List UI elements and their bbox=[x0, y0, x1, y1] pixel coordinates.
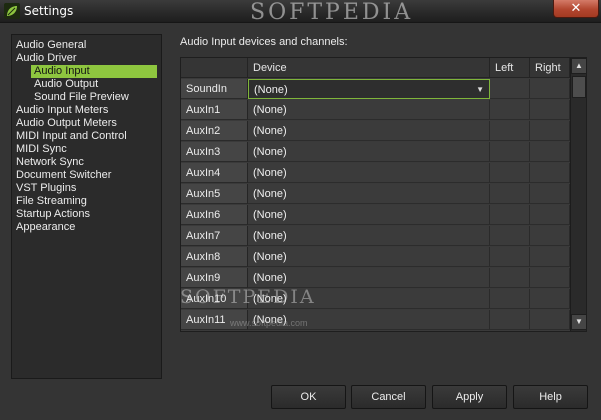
left-channel-cell[interactable] bbox=[490, 163, 530, 183]
right-channel-cell[interactable] bbox=[530, 121, 570, 141]
nav-item-midi-sync[interactable]: MIDI Sync bbox=[16, 143, 67, 156]
device-cell[interactable]: (None) bbox=[248, 205, 490, 225]
device-cell[interactable]: (None) bbox=[248, 100, 490, 120]
device-value: (None) bbox=[253, 104, 287, 116]
right-channel-cell[interactable] bbox=[530, 184, 570, 204]
left-channel-cell[interactable] bbox=[490, 79, 530, 99]
left-channel-cell[interactable] bbox=[490, 184, 530, 204]
apply-button[interactable]: Apply bbox=[432, 385, 507, 409]
overlay-watermark-url: www.softpedia.com bbox=[230, 318, 308, 328]
scroll-up-button[interactable]: ▲ bbox=[571, 58, 586, 74]
channel-label: AuxIn1 bbox=[181, 100, 248, 120]
right-channel-cell[interactable] bbox=[530, 310, 570, 330]
close-icon: ✕ bbox=[570, 0, 582, 15]
nav-item-midi-input-and-control[interactable]: MIDI Input and Control bbox=[16, 130, 127, 143]
left-channel-cell[interactable] bbox=[490, 142, 530, 162]
device-cell[interactable]: (None) bbox=[248, 268, 490, 288]
channel-label: AuxIn8 bbox=[181, 247, 248, 267]
title-bar[interactable]: Settings SOFTPEDIA ✕ bbox=[0, 0, 601, 25]
nav-item-audio-output-meters[interactable]: Audio Output Meters bbox=[16, 117, 117, 130]
device-value: (None) bbox=[253, 125, 287, 137]
column-header-channel bbox=[181, 58, 248, 78]
column-header-right[interactable]: Right bbox=[530, 58, 570, 78]
right-channel-cell[interactable] bbox=[530, 79, 570, 99]
left-channel-cell[interactable] bbox=[490, 289, 530, 309]
channel-label: AuxIn3 bbox=[181, 142, 248, 162]
right-channel-cell[interactable] bbox=[530, 100, 570, 120]
device-cell[interactable]: (None) bbox=[248, 121, 490, 141]
nav-item-file-streaming[interactable]: File Streaming bbox=[16, 195, 87, 208]
settings-window: Settings SOFTPEDIA ✕ Audio General Audio … bbox=[0, 0, 601, 420]
watermark-text: SOFTPEDIA bbox=[250, 0, 414, 25]
device-value: (None) bbox=[253, 251, 287, 263]
scroll-thumb[interactable] bbox=[572, 76, 586, 98]
device-cell[interactable]: (None) bbox=[248, 142, 490, 162]
device-cell[interactable]: (None) bbox=[248, 184, 490, 204]
channel-label: AuxIn9 bbox=[181, 268, 248, 288]
device-dropdown[interactable]: (None) ▼ bbox=[248, 79, 490, 99]
right-channel-cell[interactable] bbox=[530, 163, 570, 183]
right-channel-cell[interactable] bbox=[530, 268, 570, 288]
right-channel-cell[interactable] bbox=[530, 205, 570, 225]
device-value: (None) bbox=[253, 146, 287, 158]
right-channel-cell[interactable] bbox=[530, 247, 570, 267]
nav-item-audio-general[interactable]: Audio General bbox=[16, 39, 86, 52]
channel-label: SoundIn bbox=[181, 79, 248, 99]
device-value: (None) bbox=[253, 188, 287, 200]
ok-button[interactable]: OK bbox=[271, 385, 346, 409]
nav-item-appearance[interactable]: Appearance bbox=[16, 221, 75, 234]
left-channel-cell[interactable] bbox=[490, 310, 530, 330]
cancel-button[interactable]: Cancel bbox=[351, 385, 426, 409]
channel-label: AuxIn4 bbox=[181, 163, 248, 183]
left-channel-cell[interactable] bbox=[490, 268, 530, 288]
left-channel-cell[interactable] bbox=[490, 205, 530, 225]
device-value: (None) bbox=[253, 272, 287, 284]
nav-item-sound-file-preview[interactable]: Sound File Preview bbox=[34, 91, 129, 104]
app-leaf-icon bbox=[4, 3, 20, 19]
left-channel-cell[interactable] bbox=[490, 100, 530, 120]
nav-item-network-sync[interactable]: Network Sync bbox=[16, 156, 84, 169]
nav-item-audio-input-meters[interactable]: Audio Input Meters bbox=[16, 104, 108, 117]
nav-item-startup-actions[interactable]: Startup Actions bbox=[16, 208, 90, 221]
arrow-down-icon: ▼ bbox=[575, 317, 583, 326]
window-title: Settings bbox=[24, 4, 74, 18]
device-value: (None) bbox=[253, 209, 287, 221]
channel-label: AuxIn6 bbox=[181, 205, 248, 225]
channel-label: AuxIn7 bbox=[181, 226, 248, 246]
channel-label: AuxIn2 bbox=[181, 121, 248, 141]
overlay-watermark: SOFTPEDIA bbox=[180, 286, 316, 308]
dropdown-arrow-icon[interactable]: ▼ bbox=[476, 80, 484, 100]
left-channel-cell[interactable] bbox=[490, 226, 530, 246]
device-value: (None) bbox=[253, 167, 287, 179]
nav-item-audio-driver[interactable]: Audio Driver bbox=[16, 52, 77, 65]
nav-item-document-switcher[interactable]: Document Switcher bbox=[16, 169, 111, 182]
right-channel-cell[interactable] bbox=[530, 226, 570, 246]
column-header-left[interactable]: Left bbox=[490, 58, 530, 78]
device-cell[interactable]: (None) bbox=[248, 163, 490, 183]
nav-item-audio-output[interactable]: Audio Output bbox=[34, 78, 98, 91]
left-channel-cell[interactable] bbox=[490, 247, 530, 267]
channel-label: AuxIn5 bbox=[181, 184, 248, 204]
nav-item-audio-input[interactable]: Audio Input bbox=[31, 65, 157, 78]
section-label: Audio Input devices and channels: bbox=[180, 36, 348, 48]
left-channel-cell[interactable] bbox=[490, 121, 530, 141]
close-button[interactable]: ✕ bbox=[553, 0, 599, 18]
scroll-down-button[interactable]: ▼ bbox=[571, 314, 586, 330]
settings-nav-tree: Audio General Audio Driver Audio Input Audi… bbox=[11, 34, 162, 379]
right-channel-cell[interactable] bbox=[530, 289, 570, 309]
device-cell[interactable]: (None) bbox=[248, 247, 490, 267]
right-channel-cell[interactable] bbox=[530, 142, 570, 162]
device-value: (None) bbox=[254, 84, 288, 96]
nav-item-vst-plugins[interactable]: VST Plugins bbox=[16, 182, 76, 195]
help-button[interactable]: Help bbox=[513, 385, 588, 409]
arrow-up-icon: ▲ bbox=[575, 61, 583, 70]
device-value: (None) bbox=[253, 230, 287, 242]
vertical-scrollbar[interactable]: ▲ ▼ bbox=[570, 58, 586, 331]
device-cell[interactable]: (None) bbox=[248, 226, 490, 246]
column-header-device[interactable]: Device bbox=[248, 58, 490, 78]
